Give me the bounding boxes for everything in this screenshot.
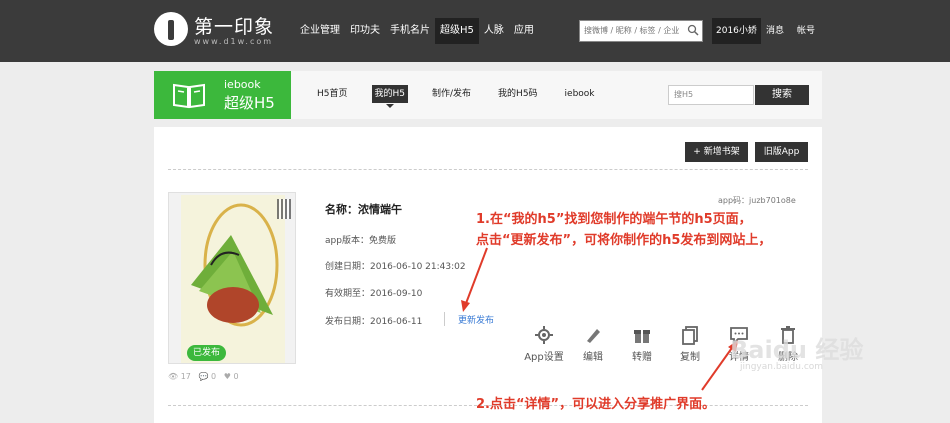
baidu-watermark: Baidu 经验	[730, 336, 864, 364]
annotation-step1-line2: 点击“更新发布”，可将你制作的h5发布到网站上，	[476, 233, 772, 248]
baidu-watermark-url: jingyan.baidu.com	[740, 362, 824, 372]
annotation-step2: 2.点击“详情”，可以进入分享推广界面。	[476, 397, 716, 412]
annotation-step1-line1: 1.在“我的h5”找到您制作的端午节的h5页面，	[476, 212, 752, 227]
